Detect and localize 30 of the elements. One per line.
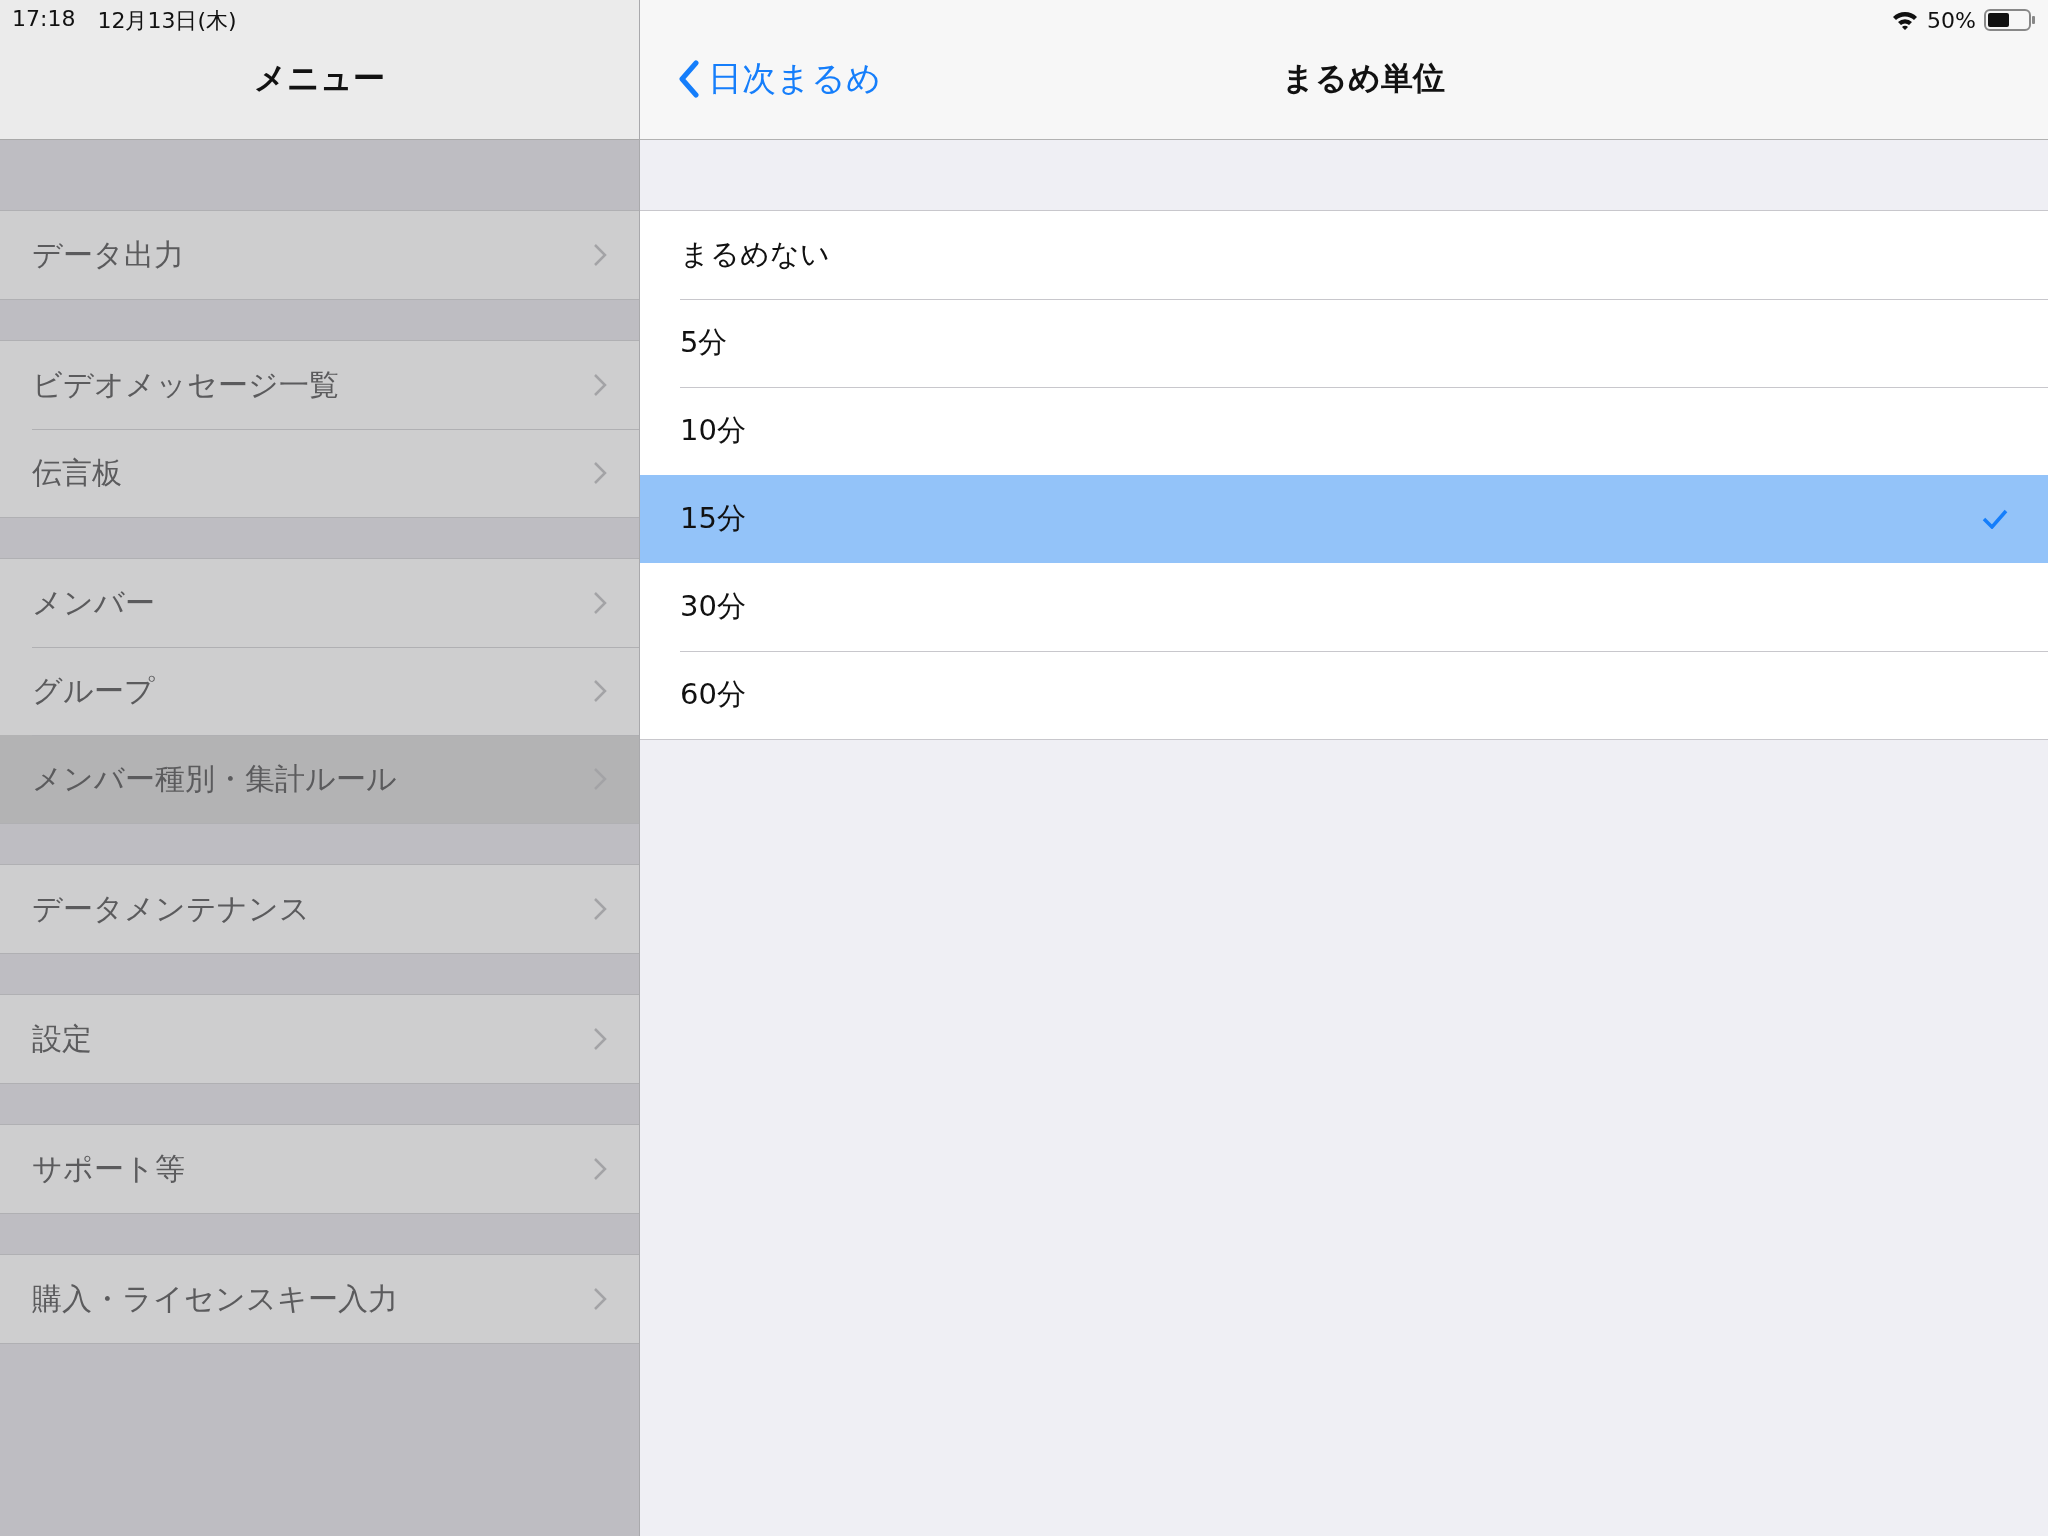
battery-percent: 50%	[1927, 7, 1976, 33]
status-date: 12月13日(木)	[97, 7, 237, 34]
chevron-left-icon	[678, 59, 700, 98]
chevron-right-icon	[593, 243, 607, 267]
chevron-right-icon	[593, 1027, 607, 1051]
chevron-right-icon	[593, 1287, 607, 1311]
menu-item[interactable]: グループ	[0, 647, 639, 735]
menu-item[interactable]: ビデオメッセージ一覧	[0, 341, 639, 429]
chevron-right-icon	[593, 1157, 607, 1181]
chevron-right-icon	[593, 461, 607, 485]
battery-icon	[1984, 8, 2036, 32]
menu-item[interactable]: メンバー	[0, 559, 639, 647]
chevron-right-icon	[593, 591, 607, 615]
menu-item[interactable]: データメンテナンス	[0, 865, 639, 953]
menu-item[interactable]: データ出力	[0, 211, 639, 299]
option-row[interactable]: 15分	[640, 475, 2048, 563]
chevron-right-icon	[593, 897, 607, 921]
chevron-right-icon	[593, 373, 607, 397]
checkmark-icon	[1982, 509, 2008, 529]
menu-item[interactable]: 伝言板	[0, 429, 639, 517]
menu-item[interactable]: サポート等	[0, 1125, 639, 1213]
status-time: 17:18	[12, 6, 76, 33]
sidebar-title: メニュー	[254, 57, 385, 99]
chevron-right-icon	[593, 679, 607, 703]
back-button[interactable]: 日次まるめ	[678, 55, 881, 102]
menu-item[interactable]: メンバー種別・集計ルール	[0, 735, 639, 823]
wifi-icon	[1891, 9, 1920, 31]
menu-item[interactable]: 設定	[0, 995, 639, 1083]
menu-item[interactable]: 購入・ライセンスキー入力	[0, 1255, 639, 1343]
page-title: まるめ単位	[1281, 57, 1445, 99]
